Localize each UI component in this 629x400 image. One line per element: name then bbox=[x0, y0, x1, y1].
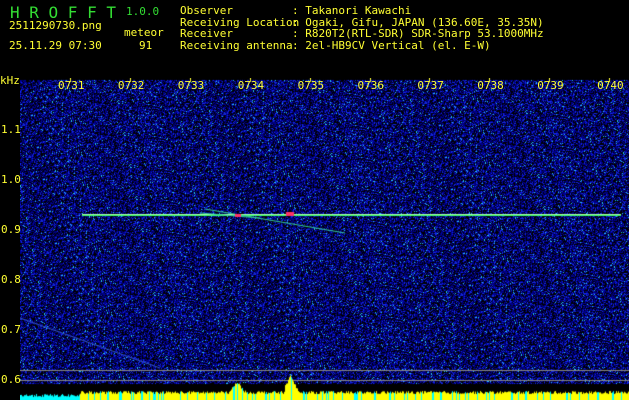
freq-unit: kHz bbox=[0, 74, 20, 87]
freq-tick-label: 0.9 bbox=[1, 223, 21, 236]
info-value: : 2el-HB9CV Vertical (el. E-W) bbox=[292, 38, 491, 52]
app-version: 1.0.0 bbox=[126, 5, 160, 18]
file-datetime: 25.11.29 07:30 bbox=[9, 39, 102, 52]
meteor-count: 91 bbox=[139, 39, 153, 52]
file-name: 2511290730.png bbox=[9, 19, 102, 32]
time-tick-label: 0732 bbox=[117, 79, 145, 92]
time-tick-label: 0737 bbox=[417, 79, 444, 92]
time-tick-label: 0733 bbox=[177, 79, 205, 92]
time-tick-label: 0738 bbox=[477, 79, 504, 92]
freq-tick-label: 1.0 bbox=[1, 173, 21, 186]
info-label: Receiving antenna bbox=[180, 38, 293, 52]
time-tick-label: 0734 bbox=[237, 79, 265, 92]
freq-tick-label: 0.6 bbox=[1, 373, 21, 386]
hrofft-window: H R O F F T 1.0.0 2511290730.png 25.11.2… bbox=[0, 0, 629, 400]
freq-tick-label: 0.8 bbox=[1, 273, 21, 286]
time-tick-label: 0736 bbox=[357, 79, 385, 92]
spectrogram bbox=[20, 78, 629, 400]
meteor-label: meteor bbox=[124, 26, 164, 39]
time-tick-label: 0740 bbox=[597, 79, 624, 92]
time-tick-label: 0735 bbox=[297, 79, 325, 92]
freq-tick-label: 1.1 bbox=[1, 123, 21, 136]
time-tick-label: 0739 bbox=[537, 79, 564, 92]
freq-tick-label: 0.7 bbox=[1, 323, 21, 336]
time-tick-label: 0731 bbox=[58, 79, 85, 92]
